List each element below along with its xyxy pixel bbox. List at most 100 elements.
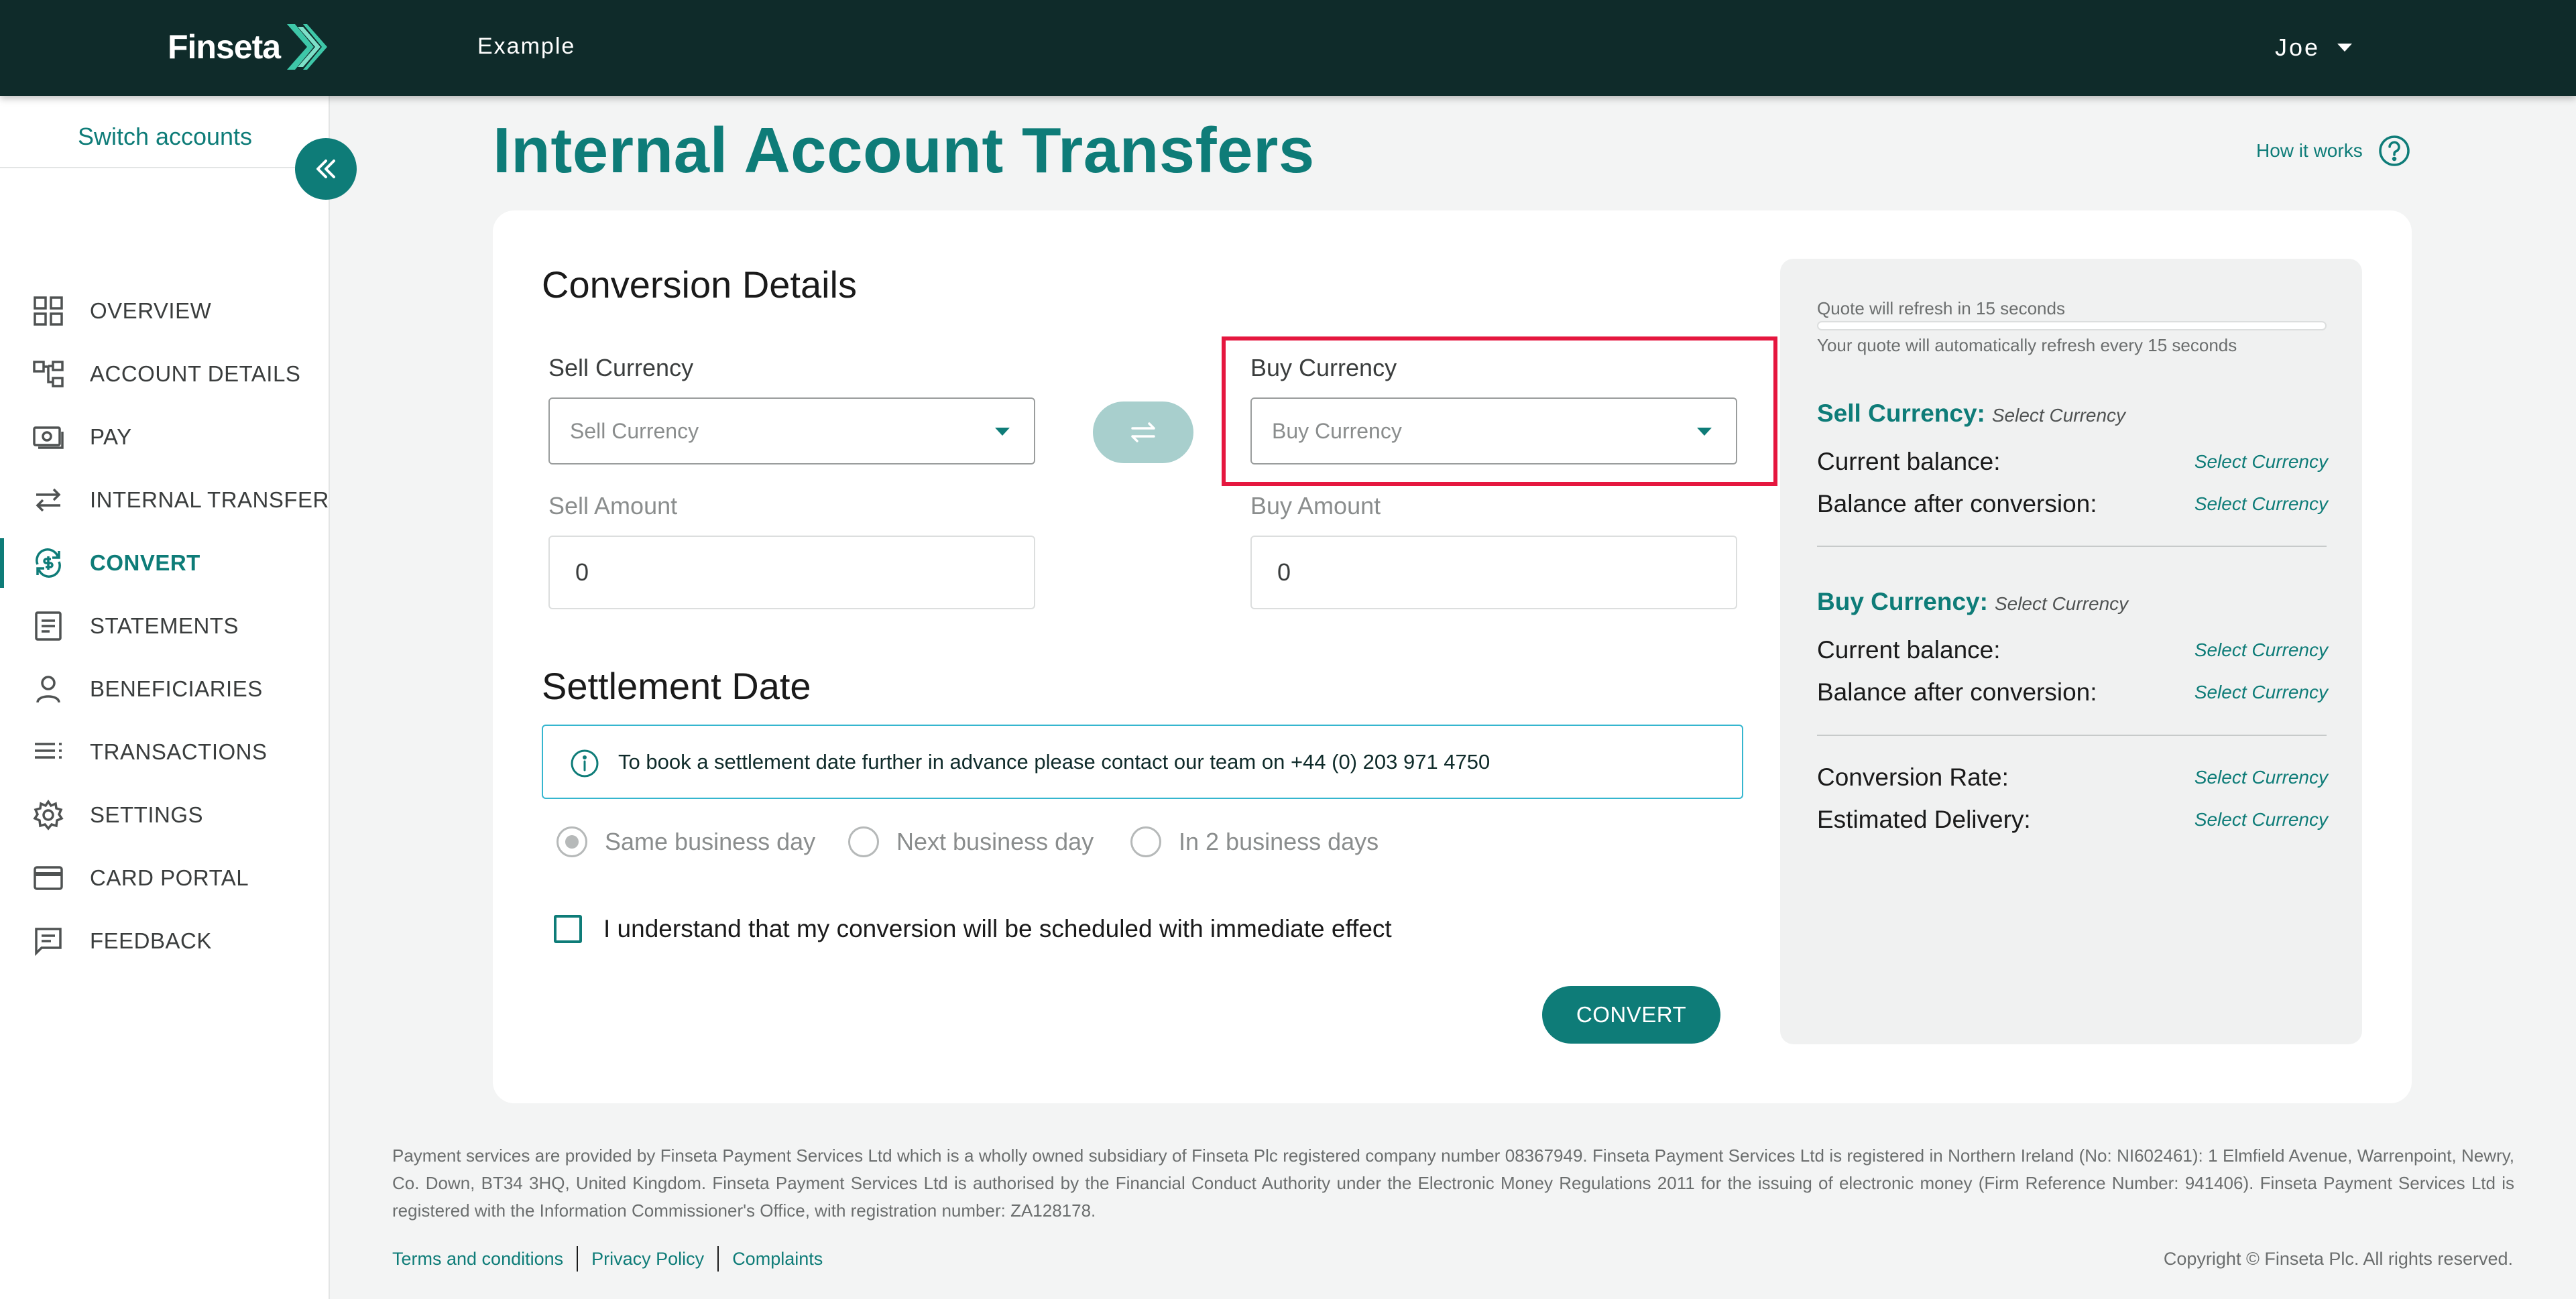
terms-and-conditions-link[interactable]: Terms and conditions <box>392 1249 563 1270</box>
sidebar-item-label: STATEMENTS <box>90 613 239 638</box>
buy-current-balance-label: Current balance: <box>1817 636 2001 664</box>
sidebar-divider <box>0 167 330 168</box>
convert-button[interactable]: CONVERT <box>1542 986 1720 1044</box>
quote-auto-refresh-note: Your quote will automatically refresh ev… <box>1817 335 2237 355</box>
sell-current-balance-label: Current balance: <box>1817 448 2001 475</box>
person-icon <box>36 676 60 703</box>
sidebar-item-feedback[interactable]: FEEDBACK <box>0 910 330 973</box>
footer-link-separator <box>717 1246 719 1272</box>
chevron-down-icon <box>1697 428 1712 436</box>
buy-amount-input[interactable] <box>1250 536 1737 609</box>
document-icon <box>35 611 62 641</box>
copyright-notice: Copyright © Finseta Plc. All rights rese… <box>2163 1249 2513 1269</box>
sidebar-item-label: CONVERT <box>90 550 200 575</box>
buy-currency-summary-value: Select Currency <box>1994 593 2129 614</box>
how-it-works-link[interactable]: How it works <box>2256 134 2411 168</box>
radio-next-business-day[interactable]: Next business day <box>848 826 1094 857</box>
quote-refresh-countdown: Quote will refresh in 15 seconds <box>1817 298 2065 318</box>
sell-balance-after-value: Select Currency <box>2194 493 2328 514</box>
sell-amount-label: Sell Amount <box>548 492 678 519</box>
hierarchy-icon <box>33 361 64 387</box>
sell-currency-summary-value: Select Currency <box>1991 405 2126 426</box>
sidebar-item-statements[interactable]: STATEMENTS <box>0 595 330 658</box>
settlement-date-heading: Settlement Date <box>542 665 811 707</box>
conversion-rate-label: Conversion Rate: <box>1817 763 2009 791</box>
sidebar-item-overview[interactable]: OVERVIEW <box>0 280 330 343</box>
sidebar-item-transactions[interactable]: TRANSACTIONS <box>0 721 330 784</box>
logo-text: Finseta <box>168 28 281 66</box>
sidebar-item-label: PAY <box>90 424 132 449</box>
confirm-immediate-effect-checkbox[interactable]: I understand that my conversion will be … <box>554 915 1392 943</box>
chevron-down-icon <box>2337 44 2353 52</box>
sidebar-item-account-details[interactable]: ACCOUNT DETAILS <box>0 343 330 406</box>
sell-currency-summary-label: Sell Currency: <box>1817 399 1985 427</box>
complaints-link[interactable]: Complaints <box>732 1249 823 1270</box>
summary-divider <box>1817 735 2327 736</box>
credit-card-icon <box>34 866 63 890</box>
sidebar-item-label: TRANSACTIONS <box>90 739 268 764</box>
sell-amount-input[interactable] <box>548 536 1035 609</box>
settlement-info-text: To book a settlement date further in adv… <box>618 749 1490 774</box>
sell-currency-summary-heading: Sell Currency: Select Currency <box>1817 399 2125 428</box>
sidebar-item-internal-transfer[interactable]: INTERNAL TRANSFER <box>0 469 330 532</box>
workspace-title: Example <box>477 34 576 59</box>
sidebar-item-beneficiaries[interactable]: BENEFICIARIES <box>0 658 330 721</box>
privacy-policy-link[interactable]: Privacy Policy <box>591 1249 704 1270</box>
chat-icon <box>35 928 62 956</box>
radio-indicator <box>557 826 587 857</box>
switch-accounts-link[interactable]: Switch accounts <box>0 123 330 151</box>
confirm-immediate-effect-label: I understand that my conversion will be … <box>603 915 1392 942</box>
buy-amount-label: Buy Amount <box>1250 492 1381 519</box>
sidebar-item-card-portal[interactable]: CARD PORTAL <box>0 847 330 910</box>
sidebar-item-label: BENEFICIARIES <box>90 676 263 701</box>
estimated-delivery-value: Select Currency <box>2194 809 2328 830</box>
currency-exchange-icon <box>36 548 61 578</box>
double-chevron-left-icon <box>316 160 335 178</box>
legal-disclaimer: Payment services are provided by Finseta… <box>392 1146 2514 1221</box>
finseta-logo[interactable]: Finseta <box>168 20 331 74</box>
top-navigation-bar: Finseta Example Joe <box>0 0 2576 96</box>
list-icon <box>35 743 62 759</box>
buy-currency-label: Buy Currency <box>1250 354 1397 381</box>
sell-currency-label: Sell Currency <box>548 354 694 381</box>
buy-balance-after-label: Balance after conversion: <box>1817 678 2097 706</box>
radio-label: In 2 business days <box>1179 828 1379 855</box>
sell-currency-select[interactable]: Sell Currency <box>548 397 1035 465</box>
estimated-delivery-label: Estimated Delivery: <box>1817 806 2031 833</box>
radio-label: Next business day <box>896 828 1094 855</box>
sidebar: Switch accounts OVERVIEW ACCOUNT DETAILS… <box>0 96 330 1299</box>
sidebar-item-convert[interactable]: CONVERT <box>0 532 330 595</box>
collapse-sidebar-button[interactable] <box>295 138 357 200</box>
conversion-rate-value: Select Currency <box>2194 767 2328 788</box>
settlement-info-banner: To book a settlement date further in adv… <box>542 725 1743 799</box>
buy-balance-after-value: Select Currency <box>2194 682 2328 702</box>
user-menu[interactable]: Joe <box>2275 34 2353 62</box>
banknote-icon <box>33 426 64 449</box>
info-circle-icon <box>571 749 599 778</box>
buy-currency-summary-label: Buy Currency: <box>1817 588 1988 615</box>
footer-links: Terms and conditions Privacy Policy Comp… <box>392 1246 823 1272</box>
swap-currencies-button[interactable] <box>1093 401 1193 463</box>
radio-same-business-day[interactable]: Same business day <box>557 826 815 857</box>
buy-currency-select[interactable]: Buy Currency <box>1250 397 1737 465</box>
radio-in-2-business-days[interactable]: In 2 business days <box>1130 826 1379 857</box>
sidebar-item-label: SETTINGS <box>90 802 204 827</box>
chevron-down-icon <box>995 428 1010 436</box>
sidebar-item-settings[interactable]: SETTINGS <box>0 784 330 847</box>
buy-current-balance-value: Select Currency <box>2194 639 2328 660</box>
sidebar-item-pay[interactable]: PAY <box>0 406 330 469</box>
how-it-works-label: How it works <box>2256 140 2363 161</box>
sell-balance-after-label: Balance after conversion: <box>1817 490 2097 517</box>
radio-label: Same business day <box>605 828 816 855</box>
checkbox-box[interactable] <box>554 915 582 943</box>
swap-arrows-icon <box>1131 422 1155 442</box>
sidebar-nav: OVERVIEW ACCOUNT DETAILS PAY INTERNAL TR… <box>0 280 330 973</box>
buy-currency-summary-heading: Buy Currency: Select Currency <box>1817 588 2128 616</box>
logo-chevron-icon <box>287 24 328 70</box>
swap-arrows-icon <box>36 488 61 512</box>
radio-indicator <box>848 826 879 857</box>
user-name: Joe <box>2275 34 2321 61</box>
conversion-details-heading: Conversion Details <box>542 263 857 306</box>
sidebar-item-label: CARD PORTAL <box>90 865 249 890</box>
sidebar-item-label: FEEDBACK <box>90 928 212 953</box>
